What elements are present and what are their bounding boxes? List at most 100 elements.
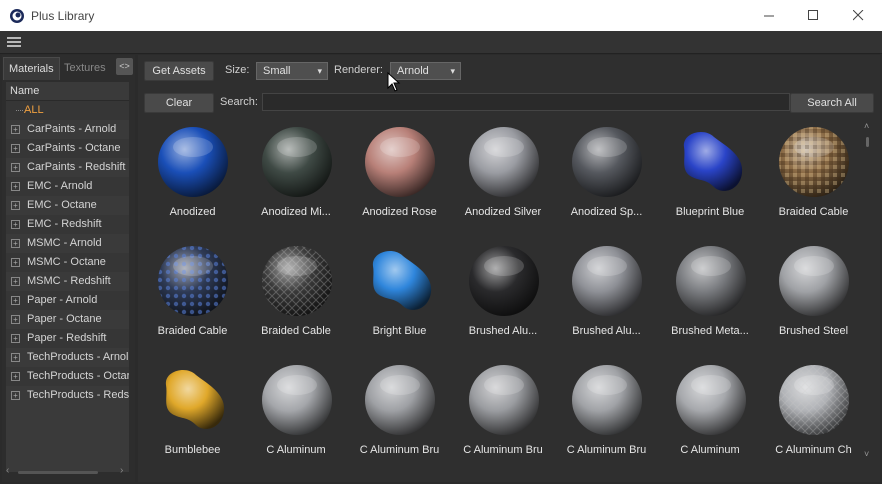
material-preview-icon xyxy=(165,370,225,429)
category-tree: Name ALL + CarPaints - Arnold + CarPaints - … xyxy=(6,82,129,472)
tree-item-all[interactable]: ALL xyxy=(6,101,129,120)
scroll-right-icon[interactable]: › xyxy=(120,465,123,476)
maximize-button[interactable] xyxy=(790,0,836,31)
tree-item[interactable]: + MSMC - Octane xyxy=(6,253,129,272)
material-tile[interactable]: C Aluminum Bru xyxy=(348,359,451,478)
expand-icon[interactable]: + xyxy=(11,144,20,153)
scrollbar-thumb[interactable] xyxy=(18,471,98,474)
tree-item[interactable]: + EMC - Redshift xyxy=(6,215,129,234)
tree-item-label: EMC - Redshift xyxy=(27,218,102,230)
material-preview-icon xyxy=(261,127,332,197)
expand-icon[interactable]: + xyxy=(11,334,20,343)
expand-icon[interactable]: + xyxy=(11,220,20,229)
material-tile[interactable]: C Aluminum Bru xyxy=(555,359,658,478)
tree-item[interactable]: + TechProducts - Octar xyxy=(6,367,129,386)
expand-icon[interactable]: + xyxy=(11,315,20,324)
material-name: Anodized Sp... xyxy=(570,206,643,218)
tree-item[interactable]: + CarPaints - Redshift xyxy=(6,158,129,177)
material-tile[interactable]: Anodized Sp... xyxy=(555,121,658,240)
tree-item-label: CarPaints - Octane xyxy=(27,142,121,154)
search-all-button[interactable]: Search All xyxy=(790,93,874,113)
material-tile[interactable]: Blueprint Blue xyxy=(659,121,762,240)
material-tile[interactable]: Bright Blue xyxy=(348,240,451,359)
material-tile[interactable]: Brushed Alu... xyxy=(452,240,555,359)
material-tile[interactable]: Anodized Rose xyxy=(348,121,451,240)
material-tile[interactable]: C Aluminum Ch xyxy=(762,359,865,478)
tree-item[interactable]: + CarPaints - Octane xyxy=(6,139,129,158)
tree-connector xyxy=(16,110,23,111)
expand-icon[interactable]: + xyxy=(11,201,20,210)
material-tile[interactable]: Braided Cable xyxy=(245,240,348,359)
expand-icon[interactable]: + xyxy=(11,353,20,362)
material-tile[interactable]: Anodized Mi... xyxy=(245,121,348,240)
vertical-scrollbar[interactable]: ˄ ˅ xyxy=(862,121,874,465)
expand-icon[interactable]: + xyxy=(11,258,20,267)
hamburger-menu-icon[interactable] xyxy=(7,37,21,47)
material-name: Brushed Steel xyxy=(778,325,849,337)
category-panel: Materials Textures <> Name ALL + CarPaints… xyxy=(2,55,135,482)
expand-icon[interactable]: + xyxy=(11,391,20,400)
renderer-dropdown-value: Arnold xyxy=(397,65,429,77)
material-tile[interactable]: Brushed Meta... xyxy=(659,240,762,359)
material-tile[interactable]: Brushed Alu... xyxy=(555,240,658,359)
panel-toggle-arrows-icon[interactable]: <> xyxy=(116,58,133,75)
tree-item[interactable]: + EMC - Arnold xyxy=(6,177,129,196)
tree-item-label: CarPaints - Redshift xyxy=(27,161,126,173)
tab-materials[interactable]: Materials xyxy=(3,57,60,80)
scroll-left-icon[interactable]: ‹ xyxy=(6,465,9,476)
material-name: Brushed Meta... xyxy=(671,325,749,337)
tree-column-header[interactable]: Name xyxy=(6,82,129,101)
material-preview-icon xyxy=(572,365,642,435)
material-preview-icon xyxy=(683,132,742,191)
menu-bar xyxy=(0,31,882,54)
expand-icon[interactable]: + xyxy=(11,372,20,381)
tree-item[interactable]: + Paper - Redshift xyxy=(6,329,129,348)
expand-icon[interactable]: + xyxy=(11,182,20,191)
tab-textures[interactable]: Textures xyxy=(59,57,111,79)
tree-item[interactable]: + Paper - Octane xyxy=(6,310,129,329)
material-tile[interactable]: Bumblebee xyxy=(141,359,244,478)
horizontal-scrollbar[interactable]: ‹ › xyxy=(6,465,129,479)
asset-browser: Get Assets Size: Small ▾ Renderer: Arnol… xyxy=(138,55,880,482)
material-tile[interactable]: Braided Cable xyxy=(762,121,865,240)
minimize-icon xyxy=(763,15,774,17)
tree-item[interactable]: + EMC - Octane xyxy=(6,196,129,215)
material-tile[interactable]: C Aluminum xyxy=(245,359,348,478)
expand-icon[interactable]: + xyxy=(11,125,20,134)
tree-item[interactable]: + Paper - Arnold xyxy=(6,291,129,310)
minimize-button[interactable] xyxy=(746,0,792,31)
expand-icon[interactable]: + xyxy=(11,296,20,305)
expand-icon[interactable]: + xyxy=(11,277,20,286)
panel-tabs: Materials Textures <> xyxy=(2,55,135,80)
material-preview-icon xyxy=(675,246,746,316)
tree-item[interactable]: + TechProducts - Redsl xyxy=(6,386,129,405)
material-preview-icon xyxy=(779,127,849,197)
tree-item[interactable]: + MSMC - Redshift xyxy=(6,272,129,291)
tree-item[interactable]: + TechProducts - Arnol xyxy=(6,348,129,367)
scrollbar-thumb[interactable] xyxy=(866,137,869,147)
material-tile[interactable]: Braided Cable xyxy=(141,240,244,359)
scroll-up-icon[interactable]: ˄ xyxy=(864,121,869,131)
close-button[interactable] xyxy=(835,0,881,31)
search-input[interactable] xyxy=(262,93,790,111)
material-tile[interactable]: C Aluminum xyxy=(659,359,762,478)
window-title: Plus Library xyxy=(31,9,95,23)
expand-icon[interactable]: + xyxy=(11,239,20,248)
tree-item-label: EMC - Octane xyxy=(27,199,97,211)
material-tile[interactable]: Brushed Steel xyxy=(762,240,865,359)
material-tile[interactable]: Anodized Silver xyxy=(452,121,555,240)
cinema4d-logo-icon xyxy=(10,9,24,23)
scroll-down-icon[interactable]: ˅ xyxy=(864,449,869,459)
material-name: Brushed Alu... xyxy=(468,325,538,337)
tree-item-label: TechProducts - Octar xyxy=(27,370,129,382)
material-tile[interactable]: Anodized xyxy=(141,121,244,240)
clear-button[interactable]: Clear xyxy=(144,93,214,113)
chevron-down-icon: ▾ xyxy=(450,66,455,76)
tree-item[interactable]: + CarPaints - Arnold xyxy=(6,120,129,139)
material-tile[interactable]: C Aluminum Bru xyxy=(452,359,555,478)
tree-item[interactable]: + MSMC - Arnold xyxy=(6,234,129,253)
size-dropdown[interactable]: Small ▾ xyxy=(256,62,328,80)
get-assets-button[interactable]: Get Assets xyxy=(144,61,214,81)
material-name: C Aluminum xyxy=(680,444,740,456)
expand-icon[interactable]: + xyxy=(11,163,20,172)
